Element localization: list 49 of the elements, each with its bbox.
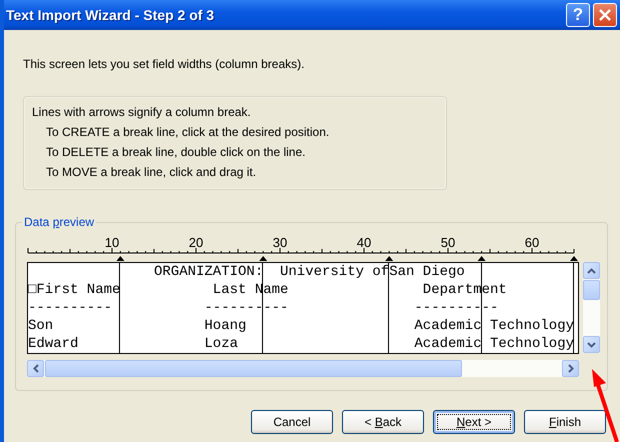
preview-cell: ----------: [28, 300, 112, 316]
preview-cell-text: Departm: [422, 282, 482, 298]
dialog-button[interactable]: Finish: [524, 410, 606, 434]
dialog-button[interactable]: Next >: [433, 410, 515, 434]
close-icon: [599, 9, 611, 21]
ruler-label: 30: [272, 235, 288, 250]
scroll-thumb[interactable]: [583, 280, 600, 300]
scroll-up-button[interactable]: [583, 262, 600, 279]
intro-text: This screen lets you set field widths (column breaks).: [23, 57, 306, 72]
instruction-line: To MOVE a break line, click and drag it.: [46, 165, 258, 180]
vertical-scrollbar[interactable]: [583, 262, 600, 353]
preview-cell-text: --------: [413, 300, 482, 316]
scroll-left-button[interactable]: [27, 360, 44, 377]
help-button[interactable]: ?: [566, 3, 590, 27]
preview-cell: ent: [482, 282, 507, 298]
preview-cell-text: -------: [203, 300, 264, 316]
scroll-down-button[interactable]: [583, 336, 600, 353]
ruler-label: 20: [188, 235, 204, 250]
preview-cell: Edward: [28, 336, 78, 352]
ruler-label: 10: [104, 235, 120, 250]
preview-cell-text: Academic: [413, 318, 482, 334]
ruler-label: 50: [440, 235, 456, 250]
group-label: Data preview: [23, 215, 96, 229]
preview-cell-text: Hoang: [203, 318, 246, 334]
preview-cell-text: Loza: [203, 336, 238, 352]
preview-cell: --: [482, 300, 498, 316]
dialog-button[interactable]: < Back: [342, 410, 424, 434]
preview-cell-text: Technology: [488, 318, 574, 334]
preview-cell: ---: [263, 300, 288, 316]
preview-cell: □First Name: [28, 282, 120, 298]
ruler-label: 40: [356, 235, 372, 250]
instruction-heading: Lines with arrows signify a column break.: [32, 105, 252, 120]
preview-cell: ame: [263, 282, 288, 298]
instruction-line: To DELETE a break line, double click on the line.: [46, 145, 306, 160]
preview-cell-text: Last N: [212, 282, 264, 298]
preview-cell-text: ORGANIZATION:: [152, 264, 264, 280]
scroll-thumb[interactable]: [45, 360, 462, 377]
preview-cell-text: University of: [278, 264, 390, 280]
scroll-right-button[interactable]: [562, 360, 579, 377]
window-title: Text Import Wizard - Step 2 of 3: [6, 7, 216, 23]
preview-cell-text: Academic: [413, 336, 482, 352]
ruler-label: 60: [524, 235, 540, 250]
horizontal-scrollbar[interactable]: [27, 360, 579, 377]
close-button[interactable]: [593, 3, 617, 27]
preview-cell-text: Technology: [488, 336, 574, 352]
preview-cell: San Diego: [389, 264, 465, 280]
instruction-line: To CREATE a break line, click at the desired position.: [46, 125, 330, 140]
dialog-button[interactable]: Cancel: [251, 410, 333, 434]
preview-cell: Son: [28, 318, 54, 334]
